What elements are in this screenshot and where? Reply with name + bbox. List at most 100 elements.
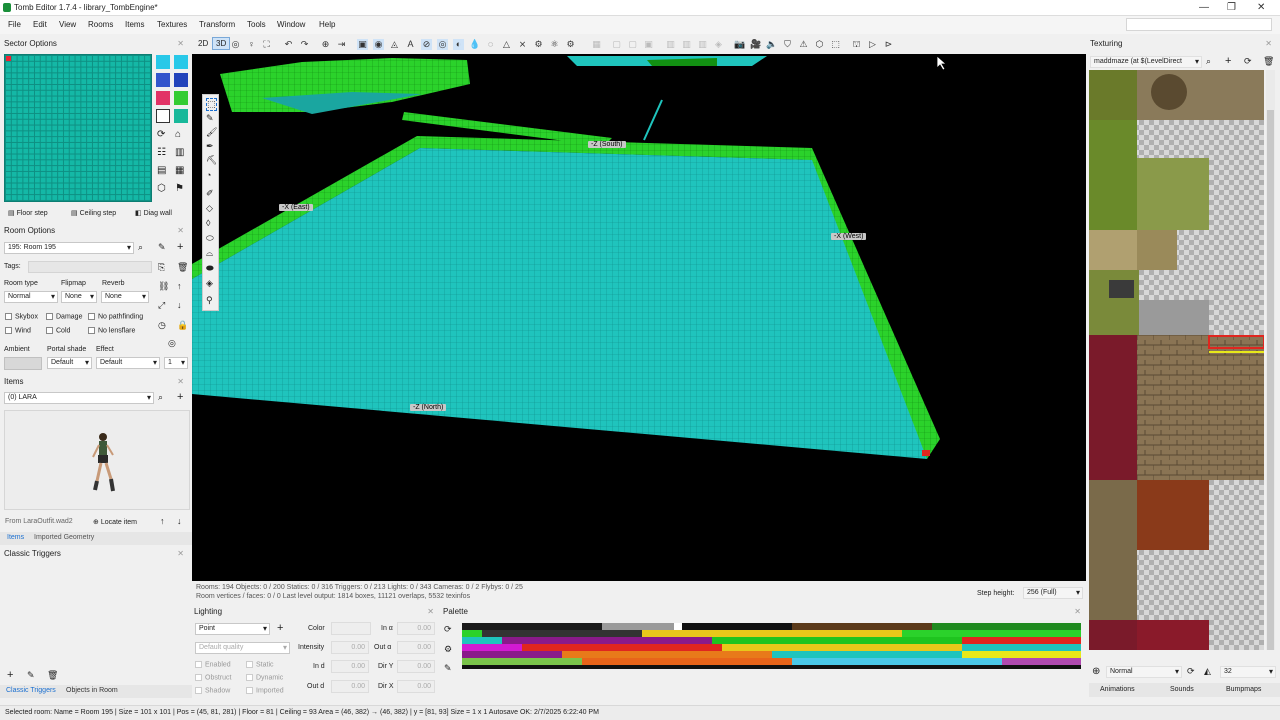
triggers-list[interactable] [4,564,190,664]
light-icon[interactable]: ♀ [246,39,257,50]
mode-2d-button[interactable]: 2D [198,39,208,48]
draw-slides-icon[interactable]: ◬ [389,39,400,50]
ceiling-tool-icon[interactable] [174,55,188,69]
panel-close-icon[interactable]: ✕ [177,226,184,235]
menu-window[interactable]: Window [277,20,305,29]
menu-tools[interactable]: Tools [247,20,266,29]
tab-classic-triggers[interactable]: Classic Triggers [6,687,56,694]
tab-animations[interactable]: Animations [1100,686,1135,693]
mode-3d-button[interactable]: 3D [212,37,231,50]
delete-icon[interactable]: 🗑 [177,262,188,273]
search-icon[interactable]: ⌕ [158,392,163,403]
hill-tool-icon[interactable]: ⌓ [206,248,213,259]
menu-items[interactable]: Items [125,20,145,29]
cube-icon[interactable]: ⬡ [157,183,166,194]
rows-icon[interactable]: ▤ [157,165,166,176]
obstruct-check[interactable]: Obstruct [195,674,231,681]
floor-step-button[interactable]: ▤ Floor step [8,209,48,217]
ceiling-step-button[interactable]: ▤ Ceiling step [71,209,116,217]
flipmap-select[interactable]: None [61,291,97,303]
undo-icon[interactable]: ↶ [283,39,294,50]
statics-icon[interactable]: ⚛ [549,39,560,50]
columns-icon[interactable]: ▥ [175,147,184,158]
run-icon[interactable]: ⚑ [175,183,184,194]
move-icon[interactable]: ⇥ [336,39,347,50]
text-icon[interactable]: A [405,39,416,50]
expand-icon[interactable]: ⤢ [158,300,165,311]
fog-icon[interactable]: ◌ [485,39,496,50]
3d-viewport[interactable]: -Z (South) -X (East) -X (West) -Z (North… [192,54,1086,581]
search-icon[interactable]: ⌕ [1206,56,1211,67]
imported-check[interactable]: Imported [246,687,284,694]
portal-tool-icon[interactable] [174,109,188,123]
panel-close-icon[interactable]: ✕ [427,607,434,616]
tab-sounds[interactable]: Sounds [1170,686,1194,693]
home-icon[interactable]: ⌂ [175,129,181,140]
step-height-select[interactable]: 256 (Full) [1023,587,1083,599]
refresh-icon[interactable]: ⟳ [444,624,452,635]
add-icon[interactable]: + [177,391,183,403]
monkey-tool-icon[interactable] [174,91,188,105]
room-selector[interactable]: 195: Room 195 [4,242,134,254]
pick-color-icon[interactable]: ✎ [444,663,452,674]
no-lensflare-check[interactable]: No lensflare [88,327,135,334]
delete-trigger-icon[interactable]: 🗑 [47,670,58,681]
add-texture-icon[interactable]: ⊕ [1092,666,1100,677]
restore-icon[interactable]: ❐ [1227,2,1236,13]
no-pathfinding-check[interactable]: No pathfinding [88,313,143,320]
compile-icon[interactable]: ⬚ [830,39,841,50]
rotate-icon[interactable]: ⟳ [157,129,165,140]
edit-icon[interactable]: ✎ [158,242,166,253]
effect-strength-input[interactable]: 1 [164,357,188,369]
wall-tool-icon[interactable] [156,73,170,87]
brush-tool-icon[interactable]: 🖌 [206,127,217,138]
tab-objects-in-room[interactable]: Objects in Room [66,687,118,694]
arrow-down-icon[interactable]: ↓ [177,300,182,310]
close-icon[interactable]: ✕ [1257,2,1265,13]
cross-icon[interactable]: ⨯ [517,39,528,50]
item-preview[interactable] [4,410,190,510]
sink-icon[interactable]: ⚠ [798,39,809,50]
play-all-icon[interactable]: ⊳ [883,39,894,50]
tab-bumpmaps[interactable]: Bumpmaps [1226,686,1261,693]
build-icon[interactable]: ⛫ [851,39,862,50]
panel-close-icon[interactable]: ✕ [1265,39,1272,48]
sound-icon[interactable]: 🔈 [766,39,777,50]
camera-fly-icon[interactable]: ⛶ [261,39,272,50]
menu-edit[interactable]: Edit [33,20,47,29]
add-light-icon[interactable]: + [277,622,283,634]
add-icon[interactable]: + [1225,55,1231,67]
shadow-check[interactable]: Shadow [195,687,230,694]
arrow-up-icon[interactable]: ↑ [177,281,182,291]
lighting-preview-icon[interactable]: ◎ [437,39,448,50]
pen-tool-icon[interactable]: ✒ [206,141,214,152]
enabled-check[interactable]: Enabled [195,661,231,668]
death-tool-icon[interactable] [156,91,170,105]
sector-grid[interactable] [4,54,152,202]
room-type-select[interactable]: Normal [4,291,58,303]
cold-check[interactable]: Cold [46,327,70,334]
panel-close-icon[interactable]: ✕ [177,39,184,48]
diag-wall-button[interactable]: ◧ Diag wall [135,209,172,217]
effect-select[interactable]: Default [96,357,160,369]
arrow-down-icon[interactable]: ↓ [177,516,182,526]
wind-check[interactable]: Wind [5,327,31,334]
ghost-icon[interactable]: ◐ [453,39,464,50]
light-type-select[interactable]: Point [195,623,270,635]
box-tool-icon[interactable] [174,73,188,87]
water-icon[interactable]: 💧 [469,39,480,50]
minimize-icon[interactable]: — [1199,2,1209,13]
texture-map[interactable] [1089,70,1264,650]
lock-icon[interactable]: 🔒 [177,320,188,331]
palette-grid[interactable] [462,623,1081,669]
item-selector[interactable]: (0) LARA [4,392,154,404]
clock-icon[interactable]: ◷ [158,320,166,331]
add-icon[interactable]: + [177,241,183,253]
stripes-icon[interactable]: ▦ [175,165,184,176]
shovel-tool-icon[interactable]: ⛏ [206,155,217,166]
portal-shade-select[interactable]: Default [47,357,92,369]
screenshot-icon[interactable]: 📷 [734,39,745,50]
tile-size-select[interactable]: 32 [1220,666,1276,678]
valley-tool-icon[interactable]: ⬬ [206,263,214,274]
refresh-icon[interactable]: ⟳ [1244,56,1252,67]
